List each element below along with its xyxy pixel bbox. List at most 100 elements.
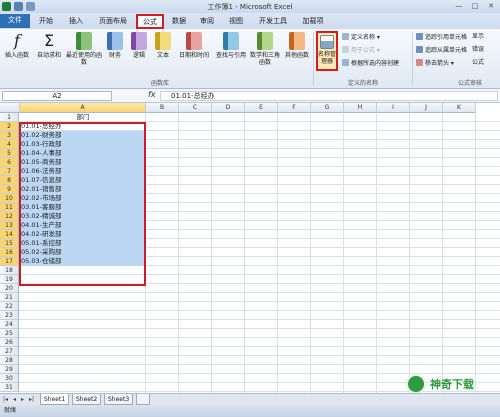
more-functions-button[interactable]: 其他函数 <box>282 32 312 59</box>
error-checking-command[interactable]: 错误 <box>472 46 484 54</box>
row-header[interactable]: 2 <box>0 122 19 131</box>
recent-functions-button[interactable]: 最近使用的函数 <box>66 32 102 66</box>
close-button[interactable]: ✕ <box>484 1 498 11</box>
evaluate-formula-command[interactable]: 公式 <box>472 59 484 67</box>
lookup-reference-button[interactable]: 查找与引用 <box>214 32 248 59</box>
row-header[interactable]: 11 <box>0 203 19 212</box>
tab-insert[interactable]: 插入 <box>64 15 88 28</box>
tab-page-layout[interactable]: 页面布局 <box>94 15 132 28</box>
select-all-corner[interactable] <box>0 103 20 113</box>
sheet-tab-2[interactable]: Sheet2 <box>72 394 102 405</box>
row-header[interactable]: 18 <box>0 266 19 275</box>
define-name-command[interactable]: 定义名称 ▾ <box>342 33 380 42</box>
formula-input[interactable]: 01.01-总经办 <box>160 91 498 101</box>
row-header[interactable]: 27 <box>0 347 19 356</box>
date-time-button[interactable]: 日期和时间 <box>176 32 212 59</box>
tab-developer[interactable]: 开发工具 <box>254 15 292 28</box>
column-header[interactable]: D <box>212 103 245 113</box>
column-header[interactable]: B <box>146 103 179 113</box>
row-header[interactable]: 6 <box>0 158 19 167</box>
row-header[interactable]: 16 <box>0 248 19 257</box>
row-header[interactable]: 25 <box>0 329 19 338</box>
row-header[interactable]: 21 <box>0 293 19 302</box>
row-header[interactable]: 9 <box>0 185 19 194</box>
row-header[interactable]: 23 <box>0 311 19 320</box>
column-header[interactable]: J <box>410 103 443 113</box>
create-from-selection-command[interactable]: 根据所选内容创建 <box>342 59 399 68</box>
tab-review[interactable]: 审阅 <box>195 15 219 28</box>
gridline <box>19 292 500 293</box>
remove-arrows-label: 移去箭头 ▾ <box>425 60 454 67</box>
insert-sheet-icon[interactable] <box>136 394 150 405</box>
column-header[interactable]: G <box>311 103 344 113</box>
worksheet-grid[interactable]: ABCDEFGHIJK 1 2 3 4 5 6 7 8 9 10 11 12 13 14 15 16 17 18 1… <box>0 103 500 393</box>
insert-function-label: 插入函数 <box>4 52 29 59</box>
row-header[interactable]: 10 <box>0 194 19 203</box>
name-box[interactable]: A2 <box>2 91 112 101</box>
row-header[interactable]: 19 <box>0 275 19 284</box>
row-header[interactable]: 14 <box>0 230 19 239</box>
row-header[interactable]: 7 <box>0 167 19 176</box>
gridline <box>19 301 500 302</box>
name-manager-button[interactable]: 名称管理器 <box>316 31 338 71</box>
text-button[interactable]: 文本 <box>152 32 174 59</box>
autosum-button[interactable]: Σ 自动求和 <box>34 32 64 60</box>
gridline <box>244 113 245 393</box>
sheet-nav-last-icon[interactable]: ▸| <box>29 396 34 403</box>
row-header[interactable]: 26 <box>0 338 19 347</box>
row-header[interactable]: 24 <box>0 320 19 329</box>
row-header[interactable]: 17 <box>0 257 19 266</box>
tab-formulas[interactable]: 公式 <box>136 14 164 29</box>
create-from-selection-label: 根据所选内容创建 <box>351 60 400 67</box>
row-header[interactable]: 5 <box>0 149 19 158</box>
column-header[interactable]: F <box>278 103 311 113</box>
row-header[interactable]: 30 <box>0 374 19 383</box>
row-header[interactable]: 13 <box>0 221 19 230</box>
remove-arrows-command[interactable]: 移去箭头 ▾ <box>416 59 454 68</box>
sheet-nav-first-icon[interactable]: |◂ <box>3 396 8 403</box>
fx-icon[interactable]: fx <box>148 90 156 99</box>
maximize-button[interactable]: □ <box>468 1 482 11</box>
row-header[interactable]: 4 <box>0 140 19 149</box>
row-header[interactable]: 22 <box>0 302 19 311</box>
sheet-tab-bar: |◂ ◂ ▸ ▸| Sheet1 Sheet2 Sheet3 <box>0 393 500 405</box>
tab-file[interactable]: 文件 <box>0 14 30 28</box>
sheet-nav-prev-icon[interactable]: ◂ <box>13 396 16 403</box>
column-header[interactable]: A <box>20 103 146 113</box>
tab-home[interactable]: 开始 <box>34 15 58 28</box>
trace-precedents-command[interactable]: 追踪引用单元格 <box>416 33 467 42</box>
row-header[interactable]: 3 <box>0 131 19 140</box>
use-in-formula-command[interactable]: 用于公式 ▾ <box>342 46 380 55</box>
book-icon <box>223 32 239 50</box>
cell-header-department[interactable]: 部门 <box>20 113 145 122</box>
sheet-tab-1[interactable]: Sheet1 <box>40 394 70 405</box>
row-header[interactable]: 12 <box>0 212 19 221</box>
column-header[interactable]: C <box>179 103 212 113</box>
row-header[interactable]: 15 <box>0 239 19 248</box>
tab-addins[interactable]: 加载项 <box>298 15 328 28</box>
row-header[interactable]: 20 <box>0 284 19 293</box>
financial-button[interactable]: 财务 <box>104 32 126 59</box>
trace-dependents-command[interactable]: 追踪从属单元格 <box>416 46 467 55</box>
minimize-button[interactable]: — <box>452 1 466 11</box>
row-header[interactable]: 1 <box>0 113 19 122</box>
row-header[interactable]: 28 <box>0 356 19 365</box>
gridline <box>211 113 212 393</box>
tab-view[interactable]: 视图 <box>224 15 248 28</box>
fx-icon: 𝑓 <box>14 31 20 50</box>
insert-function-button[interactable]: 𝑓 插入函数 <box>3 31 31 60</box>
row-header[interactable]: 8 <box>0 176 19 185</box>
math-trig-button[interactable]: 数学和三角函数 <box>250 32 280 66</box>
column-header[interactable]: I <box>377 103 410 113</box>
column-header[interactable]: E <box>245 103 278 113</box>
sheet-nav-next-icon[interactable]: ▸ <box>21 396 24 403</box>
column-header[interactable]: H <box>344 103 377 113</box>
row-header[interactable]: 29 <box>0 365 19 374</box>
column-header[interactable]: K <box>443 103 476 113</box>
show-formulas-command[interactable]: 显示 <box>472 33 484 41</box>
gridline <box>310 113 311 393</box>
tab-data[interactable]: 数据 <box>167 15 191 28</box>
row-header[interactable]: 31 <box>0 383 19 392</box>
sheet-tab-3[interactable]: Sheet3 <box>104 394 134 405</box>
logical-button[interactable]: 逻辑 <box>128 32 150 59</box>
